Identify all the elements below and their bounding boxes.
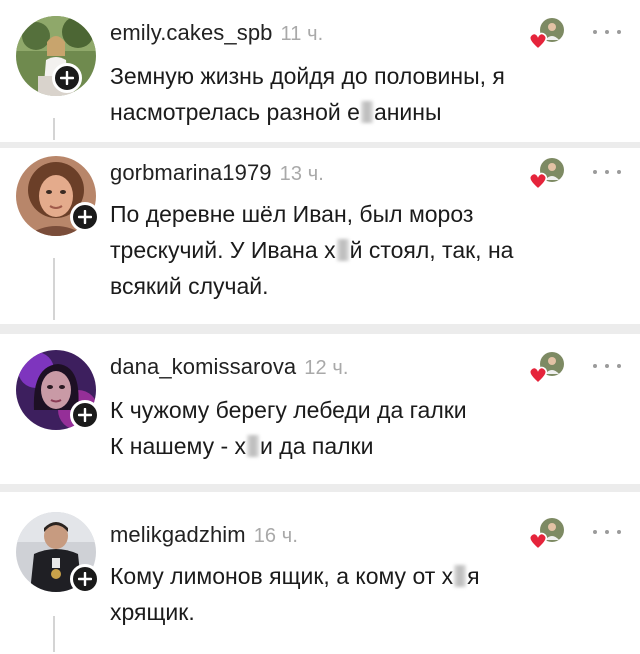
more-dots-icon[interactable] xyxy=(593,27,621,37)
comment-header: gorbmarina1979 13 ч. xyxy=(110,160,324,186)
username[interactable]: emily.cakes_spb xyxy=(110,20,273,45)
comment-text-part: Земную жизнь дойдя до половины, я насмот… xyxy=(110,63,505,125)
comment-text-part: и да палки xyxy=(260,433,374,459)
timestamp: 13 ч. xyxy=(279,163,324,185)
timestamp: 12 ч. xyxy=(304,357,349,379)
username[interactable]: dana_komissarova xyxy=(110,354,296,379)
censored-blur xyxy=(247,435,260,457)
comment-text: По деревне шёл Иван, был мороз трескучий… xyxy=(110,196,550,304)
plus-icon xyxy=(78,572,92,586)
comment-text: Земную жизнь дойдя до половины, я насмот… xyxy=(110,58,550,130)
thread-line xyxy=(53,118,55,140)
comment-card: melikgadzhim 16 ч. Кому лимонов ящик, а к… xyxy=(0,492,640,654)
follow-add-button[interactable] xyxy=(52,63,82,93)
more-dots-icon[interactable] xyxy=(593,361,621,371)
author-liked-heart-icon[interactable] xyxy=(528,156,568,191)
comment-header: melikgadzhim 16 ч. xyxy=(110,522,298,548)
plus-icon xyxy=(78,210,92,224)
comment-text: К чужому берегу лебеди да галки К нашему… xyxy=(110,392,550,464)
plus-icon xyxy=(60,71,74,85)
comment-text-line: К нашему - х и да палки xyxy=(110,428,550,464)
thread-line xyxy=(53,616,55,652)
timestamp: 11 ч. xyxy=(280,23,324,45)
username[interactable]: gorbmarina1979 xyxy=(110,160,272,185)
follow-add-button[interactable] xyxy=(70,564,100,594)
comment-text-line: К чужому берегу лебеди да галки xyxy=(110,397,467,423)
more-dots-icon[interactable] xyxy=(593,527,621,537)
username[interactable]: melikgadzhim xyxy=(110,522,246,547)
comment-header: emily.cakes_spb 11 ч. xyxy=(110,20,323,46)
comment-text-part: анины xyxy=(373,99,442,125)
comment-text-part: Кому лимонов ящик, а кому от х xyxy=(110,563,454,589)
censored-blur xyxy=(336,239,349,261)
comment-card: gorbmarina1979 13 ч. По деревне шёл Иван,… xyxy=(0,148,640,324)
censored-blur xyxy=(360,101,373,123)
follow-add-button[interactable] xyxy=(70,400,100,430)
censored-blur xyxy=(454,565,467,587)
author-liked-heart-icon[interactable] xyxy=(528,16,568,51)
author-liked-heart-icon[interactable] xyxy=(528,516,568,551)
comment-text: Кому лимонов ящик, а кому от хя хрящик. xyxy=(110,558,550,630)
thread-line xyxy=(53,258,55,320)
follow-add-button[interactable] xyxy=(70,202,100,232)
timestamp: 16 ч. xyxy=(253,525,298,547)
more-dots-icon[interactable] xyxy=(593,167,621,177)
plus-icon xyxy=(78,408,92,422)
comments-list: emily.cakes_spb 11 ч. Земную жизнь дойдя … xyxy=(0,0,640,654)
comment-card: emily.cakes_spb 11 ч. Земную жизнь дойдя … xyxy=(0,0,640,142)
comment-text-part: К нашему - х xyxy=(110,433,247,459)
author-liked-heart-icon[interactable] xyxy=(528,350,568,385)
comment-header: dana_komissarova 12 ч. xyxy=(110,354,349,380)
comment-card: dana_komissarova 12 ч. К чужому берегу ле… xyxy=(0,334,640,484)
